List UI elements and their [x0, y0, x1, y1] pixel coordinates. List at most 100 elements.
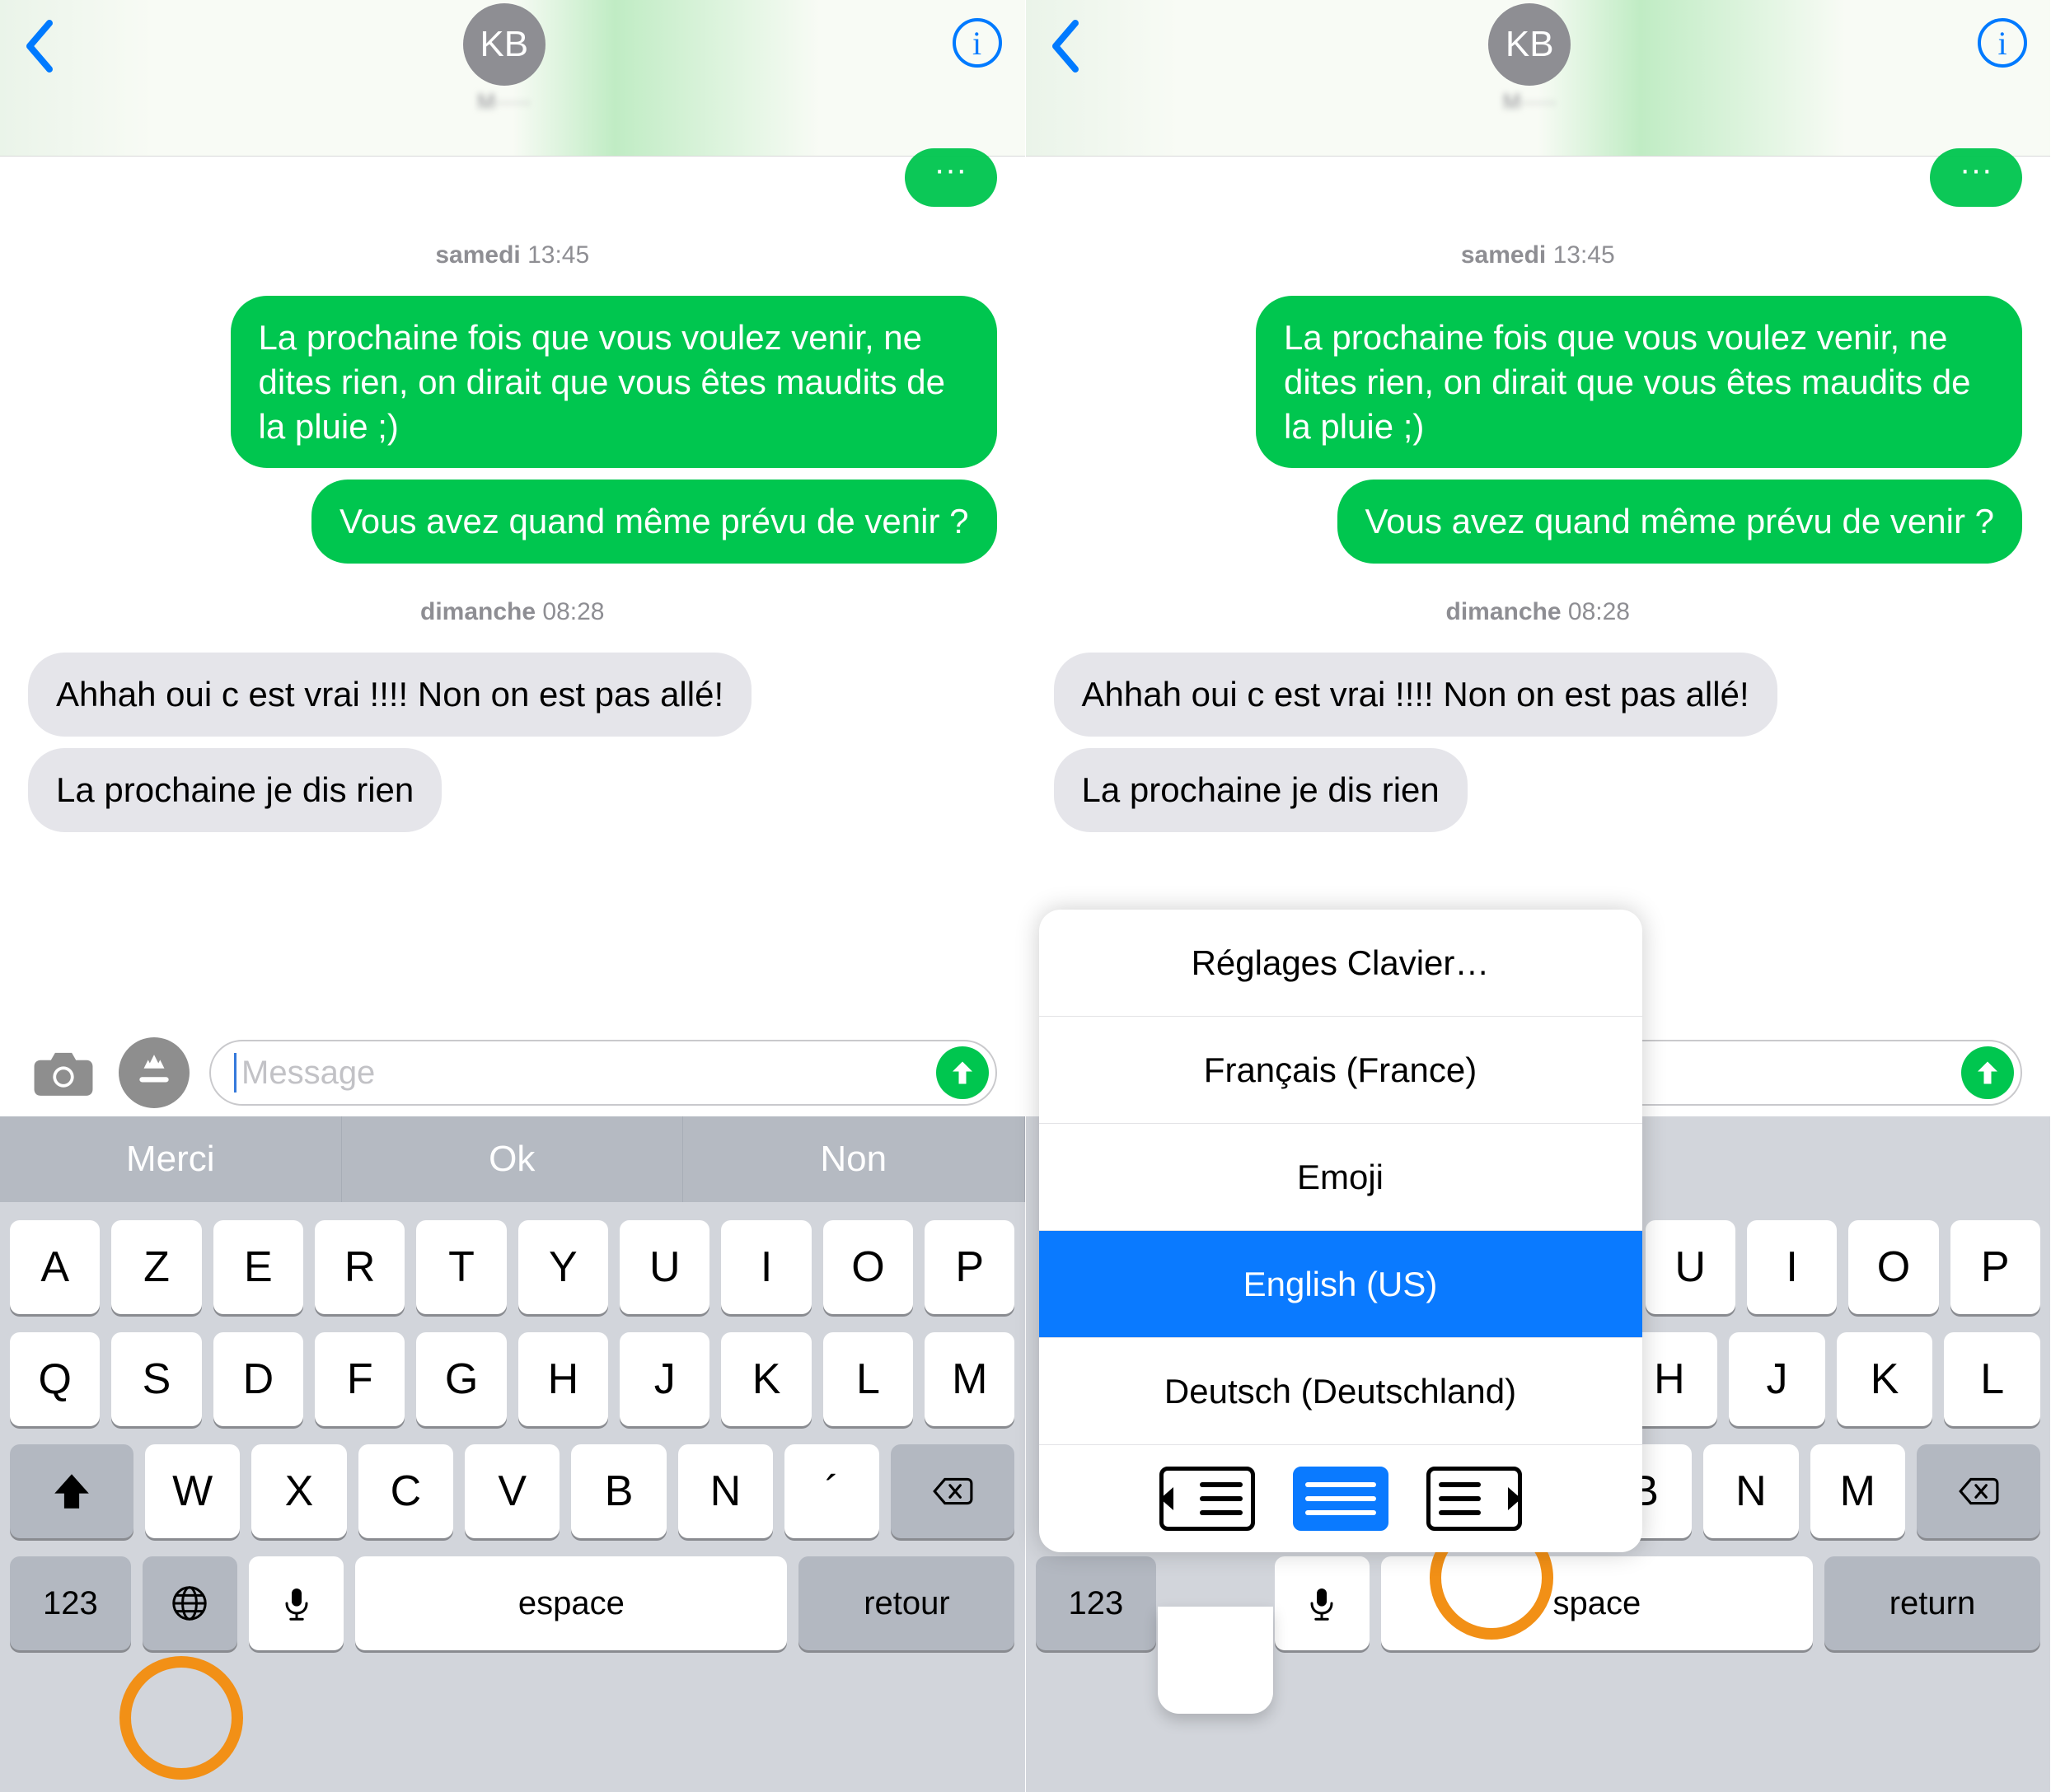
message-in-1[interactable]: Ahhah oui c est vrai !!!! Non on est pas…: [28, 653, 752, 737]
dictation-key[interactable]: [249, 1556, 344, 1650]
message-input[interactable]: Message: [209, 1040, 997, 1106]
message-out-1[interactable]: La prochaine fois que vous voulez venir,…: [231, 296, 997, 468]
key-t[interactable]: T: [416, 1220, 506, 1314]
key-s[interactable]: S: [111, 1332, 201, 1426]
contact-name: M·····: [477, 89, 531, 115]
keyboard-settings-option[interactable]: Réglages Clavier…: [1039, 910, 1642, 1017]
keyboard-lang-english[interactable]: English (US): [1039, 1231, 1642, 1338]
suggestion-2[interactable]: Ok: [342, 1116, 684, 1202]
phone-left: KB M····· i ··· samedi 13:45 La prochain…: [0, 0, 1026, 1792]
timestamp-1: samedi 13:45: [28, 241, 997, 269]
key-k[interactable]: K: [1837, 1332, 1933, 1426]
key-n[interactable]: N: [1703, 1444, 1798, 1538]
camera-icon[interactable]: [28, 1037, 99, 1108]
message-in-1[interactable]: Ahhah oui c est vrai !!!! Non on est pas…: [1054, 653, 1777, 737]
key-u[interactable]: U: [620, 1220, 709, 1314]
message-out-2[interactable]: Vous avez quand même prévu de venir ?: [1337, 480, 2022, 564]
suggestion-bar: Merci Ok Non: [0, 1116, 1025, 1202]
compose-bar: Message: [0, 1028, 1025, 1117]
message-out-partial: ···: [1930, 148, 2022, 207]
message-out-partial: ···: [905, 148, 997, 207]
key-n[interactable]: N: [678, 1444, 773, 1538]
key-x[interactable]: X: [251, 1444, 346, 1538]
key-p[interactable]: P: [1950, 1220, 2040, 1314]
key-e[interactable]: E: [213, 1220, 303, 1314]
key-b[interactable]: B: [571, 1444, 666, 1538]
dictation-key[interactable]: [1275, 1556, 1370, 1650]
key-y[interactable]: Y: [518, 1220, 608, 1314]
key-m[interactable]: M: [925, 1332, 1014, 1426]
message-in-2[interactable]: La prochaine je dis rien: [28, 748, 442, 832]
keyboard-layout-full-icon[interactable]: [1293, 1467, 1388, 1531]
contact-name: M·····: [1503, 89, 1557, 115]
key-o[interactable]: O: [1848, 1220, 1938, 1314]
keyboard-language-popup: Réglages Clavier… Français (France) Emoj…: [1039, 910, 1642, 1552]
key-k[interactable]: K: [721, 1332, 811, 1426]
backspace-key[interactable]: [1917, 1444, 2040, 1538]
key-p[interactable]: P: [925, 1220, 1014, 1314]
key-g[interactable]: G: [416, 1332, 506, 1426]
avatar: KB: [1488, 3, 1571, 86]
backspace-key[interactable]: [891, 1444, 1014, 1538]
return-key[interactable]: retour: [798, 1556, 1014, 1650]
info-button[interactable]: i: [1978, 18, 2027, 68]
key-j[interactable]: J: [620, 1332, 709, 1426]
contact-header[interactable]: KB M·····: [1488, 3, 1571, 115]
key-a[interactable]: A: [10, 1220, 100, 1314]
key-z[interactable]: Z: [111, 1220, 201, 1314]
keyboard-french: Merci Ok Non A Z E R T Y U I O P Q S D F…: [0, 1116, 1025, 1792]
key-o[interactable]: O: [823, 1220, 913, 1314]
message-out-2[interactable]: Vous avez quand même prévu de venir ?: [311, 480, 996, 564]
key-v[interactable]: V: [465, 1444, 560, 1538]
key-i[interactable]: I: [721, 1220, 811, 1314]
numbers-key[interactable]: 123: [1036, 1556, 1157, 1650]
keyboard-lang-french[interactable]: Français (France): [1039, 1017, 1642, 1124]
timestamp-2: dimanche 08:28: [1054, 598, 2023, 626]
message-out-1[interactable]: La prochaine fois que vous voulez venir,…: [1256, 296, 2022, 468]
shift-key[interactable]: [10, 1444, 133, 1538]
message-thread[interactable]: ··· samedi 13:45 La prochaine fois que v…: [1026, 148, 2051, 832]
key-l[interactable]: L: [1944, 1332, 2040, 1426]
keyboard-lang-german[interactable]: Deutsch (Deutschland): [1039, 1338, 1642, 1445]
info-button[interactable]: i: [953, 18, 1002, 68]
message-thread[interactable]: ··· samedi 13:45 La prochaine fois que v…: [0, 148, 1025, 832]
avatar: KB: [463, 3, 546, 86]
key-d[interactable]: D: [213, 1332, 303, 1426]
keyboard-layout-right-icon[interactable]: [1426, 1467, 1522, 1531]
globe-key[interactable]: [143, 1556, 237, 1650]
numbers-key[interactable]: 123: [10, 1556, 131, 1650]
key-r[interactable]: R: [315, 1220, 405, 1314]
key-u[interactable]: U: [1646, 1220, 1735, 1314]
key-l[interactable]: L: [823, 1332, 913, 1426]
appstore-icon[interactable]: [119, 1037, 190, 1108]
nav-header: KB M····· i: [0, 0, 1025, 157]
phone-right: KB M····· i ··· samedi 13:45 La prochain…: [1026, 0, 2051, 1792]
key-c[interactable]: C: [358, 1444, 453, 1538]
text-cursor: [234, 1053, 236, 1093]
key-j[interactable]: J: [1729, 1332, 1825, 1426]
popup-tail: [1158, 1607, 1273, 1714]
key-h[interactable]: H: [518, 1332, 608, 1426]
suggestion-3[interactable]: Non: [683, 1116, 1025, 1202]
key-f[interactable]: F: [315, 1332, 405, 1426]
key-q[interactable]: Q: [10, 1332, 100, 1426]
key-i[interactable]: I: [1747, 1220, 1837, 1314]
message-in-2[interactable]: La prochaine je dis rien: [1054, 748, 1468, 832]
contact-header[interactable]: KB M·····: [463, 3, 546, 115]
send-button[interactable]: [936, 1046, 989, 1099]
key-accent[interactable]: ´: [784, 1444, 879, 1538]
message-placeholder: Message: [241, 1055, 375, 1092]
suggestion-1[interactable]: Merci: [0, 1116, 342, 1202]
send-button[interactable]: [1961, 1046, 2014, 1099]
keyboard-lang-emoji[interactable]: Emoji: [1039, 1124, 1642, 1231]
space-key[interactable]: espace: [355, 1556, 787, 1650]
key-w[interactable]: W: [145, 1444, 240, 1538]
nav-header: KB M····· i: [1026, 0, 2051, 157]
keyboard-layout-left-icon[interactable]: [1159, 1467, 1255, 1531]
back-button[interactable]: [23, 8, 56, 93]
keyboard-layout-row: [1039, 1445, 1642, 1552]
back-button[interactable]: [1049, 8, 1082, 93]
key-m[interactable]: M: [1810, 1444, 1905, 1538]
space-key[interactable]: space: [1381, 1556, 1813, 1650]
return-key[interactable]: return: [1824, 1556, 2040, 1650]
